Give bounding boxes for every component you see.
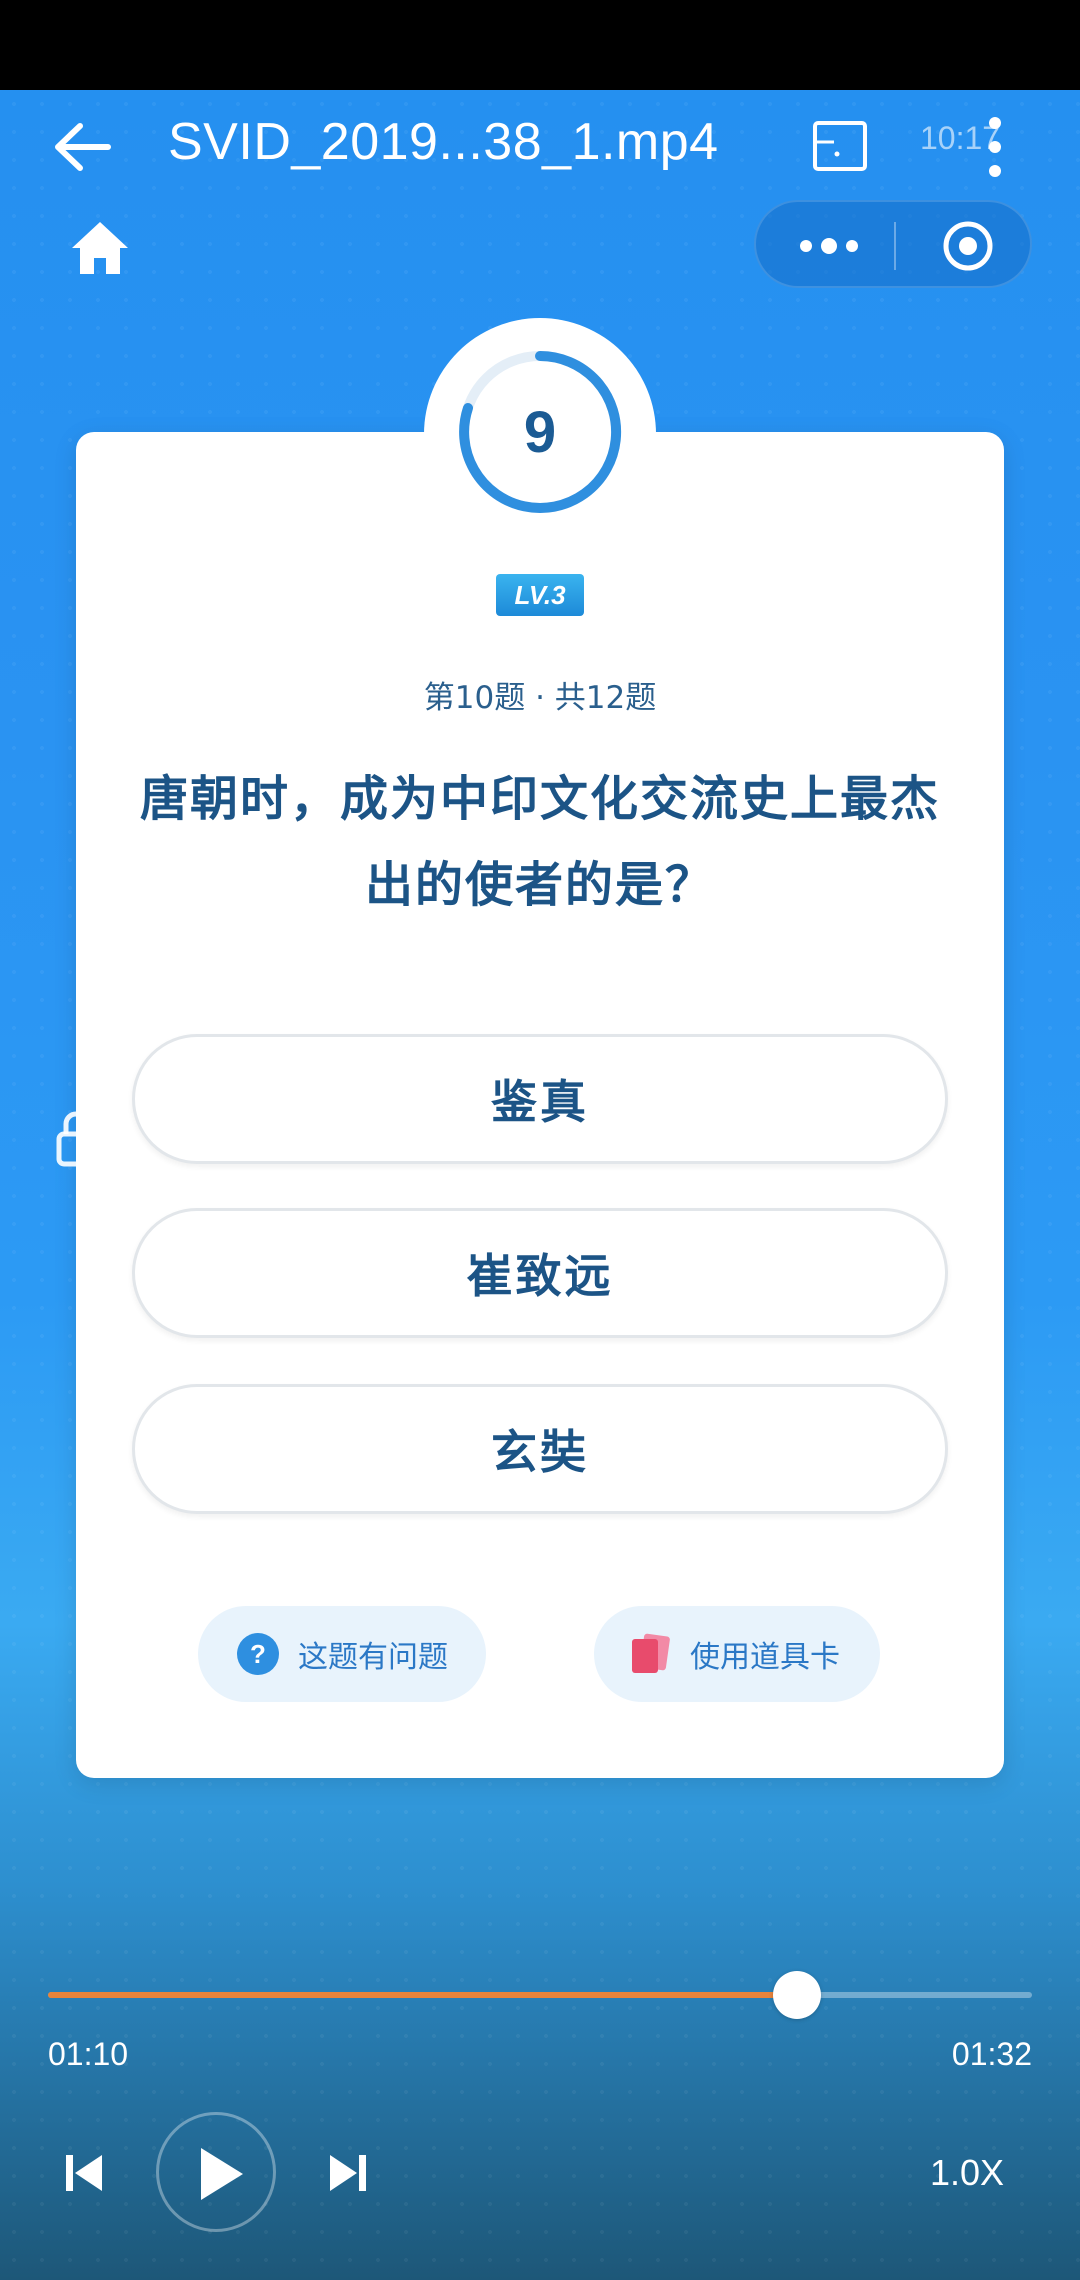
timer-value: 9 (523, 399, 557, 465)
use-prop-card-label: 使用道具卡 (690, 1640, 840, 1675)
play-icon (201, 2148, 243, 2200)
answer-option-2[interactable]: 崔致远 (132, 1208, 948, 1338)
svg-text:?: ? (250, 1639, 266, 1669)
target-icon[interactable] (940, 218, 996, 274)
player-top-bar: SVID_2019...38_1.mp4 10:17 (0, 100, 1080, 190)
question-circle-icon: ? (237, 1633, 279, 1675)
video-title: SVID_2019...38_1.mp4 (168, 113, 719, 171)
skip-next-icon[interactable] (328, 2152, 368, 2194)
cast-icon[interactable] (812, 118, 868, 174)
report-question-label: 这题有问题 (298, 1640, 448, 1675)
answer-option-3[interactable]: 玄奘 (132, 1384, 948, 1514)
arrow-left-icon[interactable] (52, 122, 112, 172)
seek-bar-thumb[interactable] (773, 1971, 821, 2019)
use-prop-card-button[interactable]: 使用道具卡 (594, 1606, 880, 1702)
seek-bar-played (48, 1992, 797, 1998)
seek-bar[interactable] (48, 1971, 1032, 2019)
more-vertical-icon[interactable] (980, 114, 1010, 180)
cards-icon (632, 1633, 670, 1673)
lock-icon[interactable] (56, 1110, 96, 1168)
current-time: 01:10 (48, 2036, 129, 2072)
more-horizontal-icon[interactable] (794, 222, 864, 270)
capsule-menu (754, 200, 1032, 288)
playback-speed[interactable]: 1.0X (930, 2152, 1004, 2194)
top-bezel (0, 0, 1080, 90)
question-counter: 第10题 · 共12题 (423, 680, 657, 716)
question-text: 唐朝时，成为中印文化交流史上最杰出的使者的是？ (140, 771, 941, 913)
total-time: 01:32 (951, 2036, 1032, 2072)
level-badge: LV.3 (496, 574, 584, 616)
play-button[interactable] (156, 2112, 276, 2232)
home-icon[interactable] (68, 218, 132, 278)
skip-previous-icon[interactable] (64, 2152, 104, 2194)
capsule-divider (894, 222, 896, 270)
answer-option-1[interactable]: 鉴真 (132, 1034, 948, 1164)
report-question-button[interactable]: ? 这题有问题 (198, 1606, 486, 1702)
